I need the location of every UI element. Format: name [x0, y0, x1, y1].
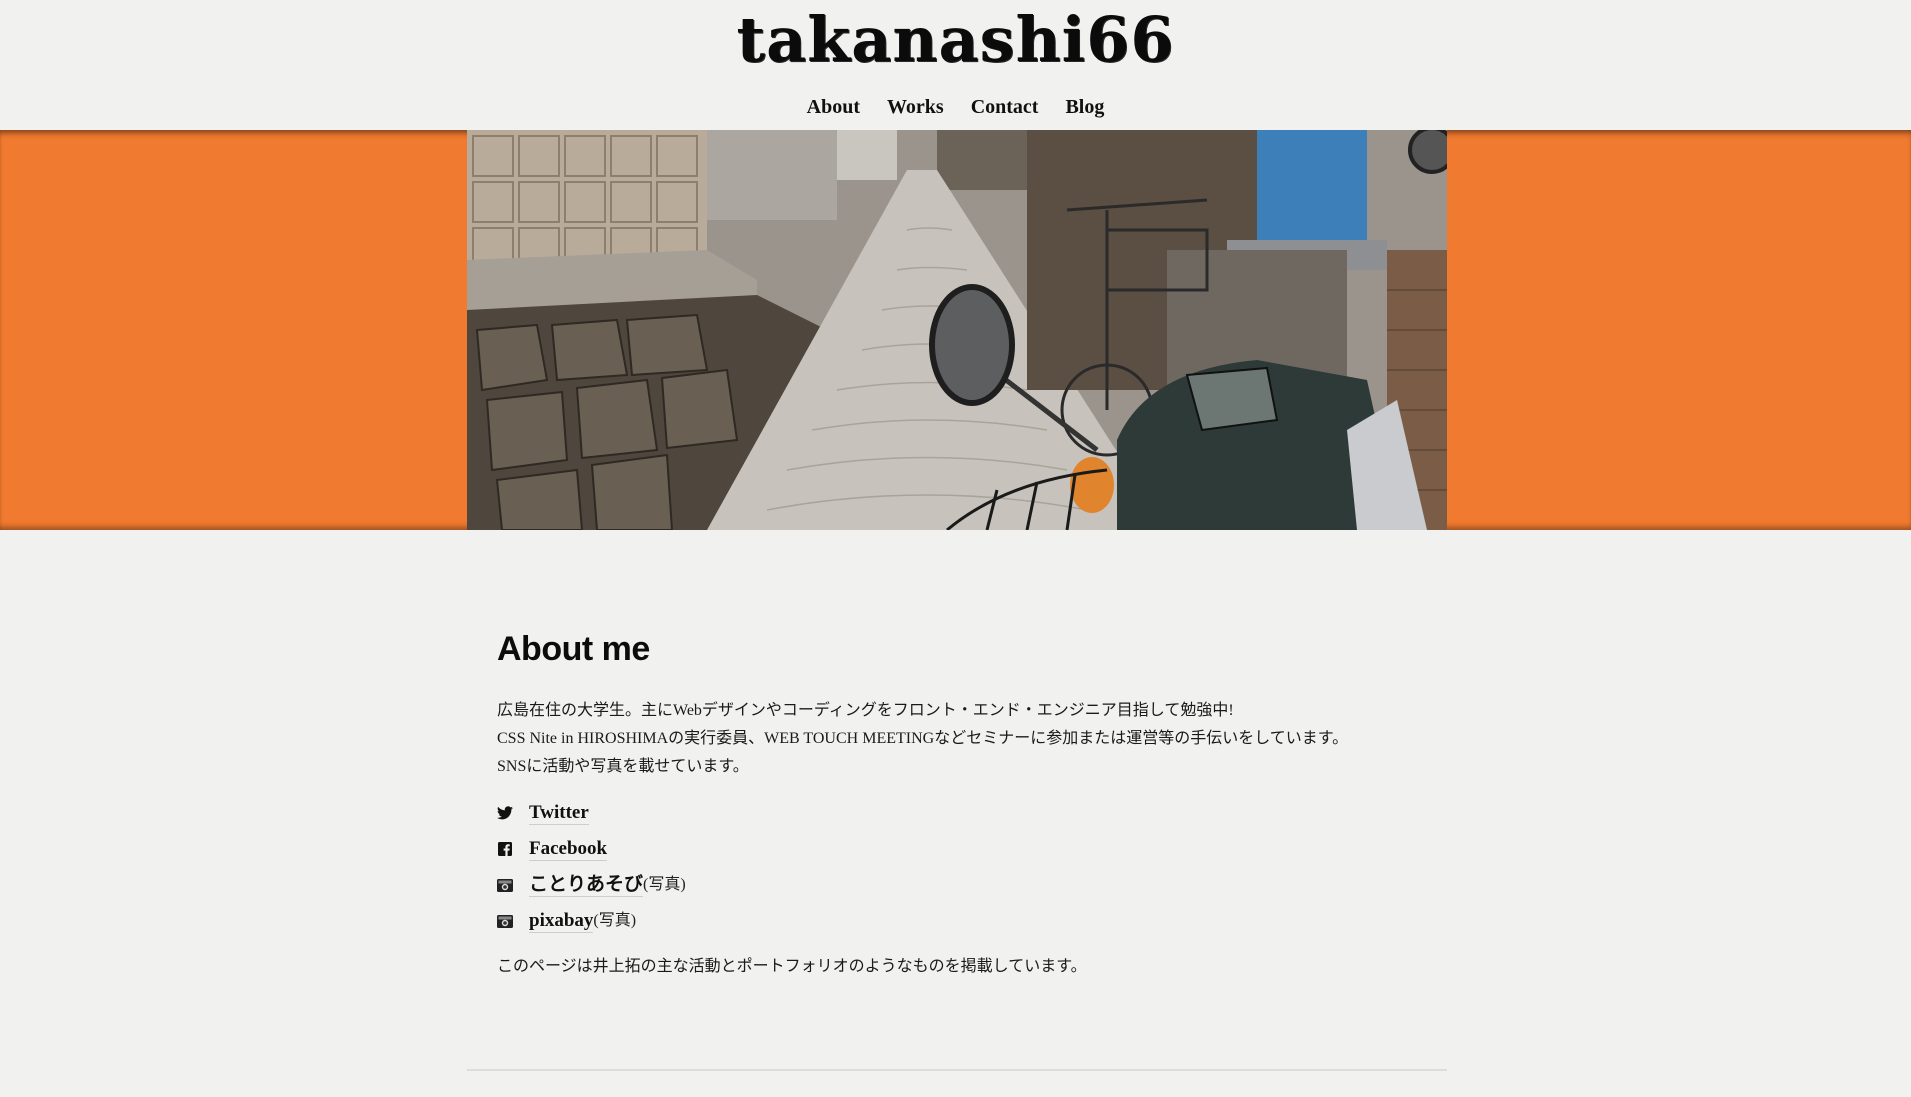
facebook-icon [497, 841, 513, 857]
pixabay-link[interactable]: pixabay [529, 910, 594, 933]
footer-divider [467, 1069, 1447, 1071]
link-note: (写真) [643, 876, 686, 893]
nav-works[interactable]: Works [887, 96, 944, 119]
sns-link-facebook: Facebook [497, 831, 1417, 867]
site-title[interactable]: takanashi66 [0, 0, 1911, 80]
nav-blog[interactable]: Blog [1065, 96, 1104, 119]
twitter-link[interactable]: Twitter [529, 802, 589, 825]
site-header: takanashi66 About Works Contact Blog [0, 0, 1911, 130]
twitter-icon [497, 805, 513, 821]
nav-contact[interactable]: Contact [971, 96, 1039, 119]
hero-photo [467, 130, 1447, 530]
intro-line: 広島在住の大学生。主にWebデザインやコーディングをフロント・エンド・エンジニア… [497, 702, 1234, 719]
main-nav: About Works Contact Blog [0, 96, 1911, 119]
sns-link-kotoriasobi: ことりあそび (写真) [497, 867, 1417, 903]
sns-links: Twitter Facebook ことりあそび (写真) pixabay (写真… [497, 795, 1417, 939]
link-note: (写真) [593, 912, 637, 929]
sns-link-pixabay: pixabay (写真) [497, 903, 1417, 939]
camera-icon [497, 877, 513, 893]
kotoriasobi-link[interactable]: ことりあそび [529, 874, 644, 897]
about-section: About me 広島在住の大学生。主にWebデザインやコーディングをフロント・… [497, 630, 1417, 981]
nav-about[interactable]: About [807, 96, 860, 119]
sns-link-twitter: Twitter [497, 795, 1417, 831]
about-intro: 広島在住の大学生。主にWebデザインやコーディングをフロント・エンド・エンジニア… [497, 697, 1417, 781]
about-title: About me [497, 630, 650, 668]
camera-icon [497, 913, 513, 929]
closing-text: このページは井上拓の主な活動とポートフォリオのようなものを掲載しています。 [497, 958, 1087, 975]
intro-line: SNSに活動や写真を載せています。 [497, 758, 749, 775]
hero-band [0, 130, 1911, 530]
facebook-link[interactable]: Facebook [529, 838, 608, 861]
intro-line: CSS Nite in HIROSHIMAの実行委員、WEB TOUCH MEE… [497, 730, 1349, 747]
